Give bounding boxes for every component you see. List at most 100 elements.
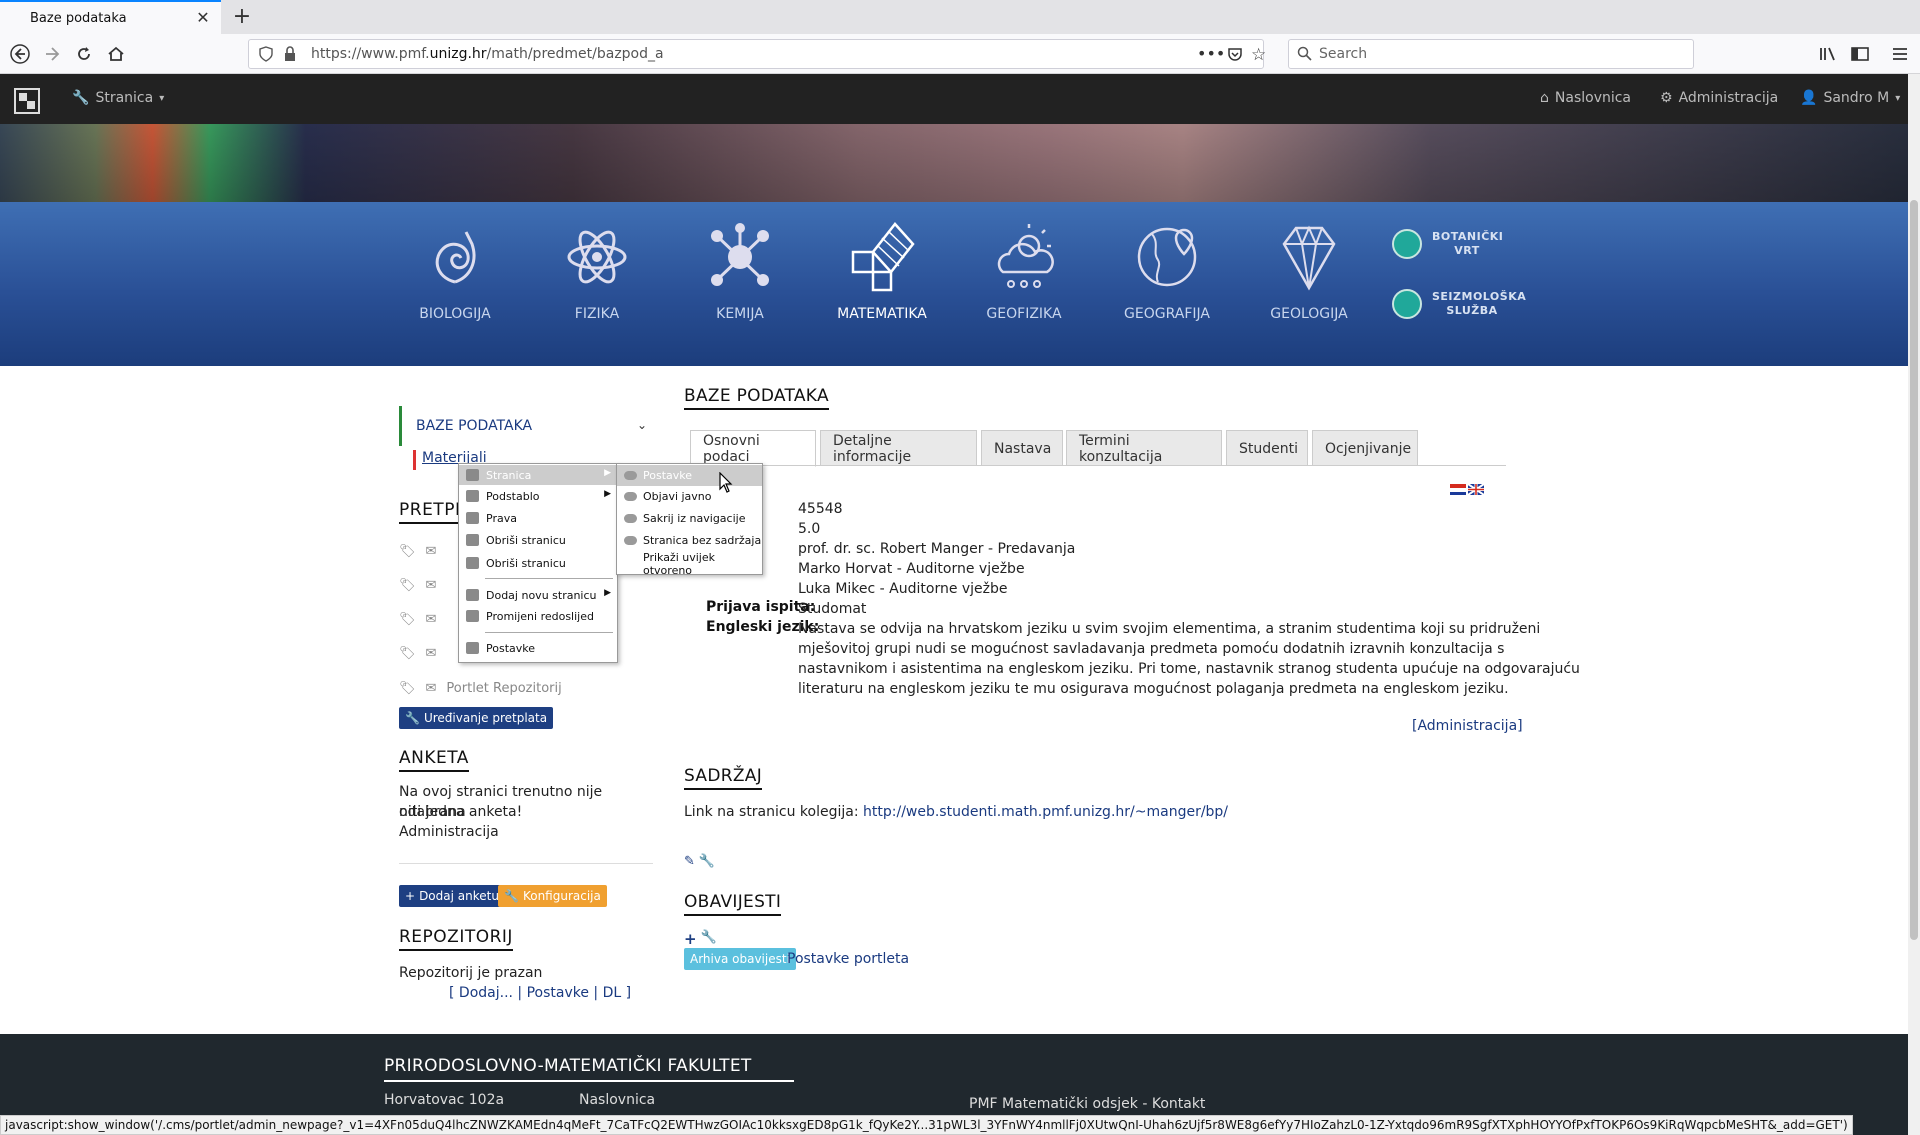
dept-label: BIOLOGIJA [419, 306, 491, 322]
user-menu[interactable]: 👤 Sandro M ▾ [1800, 90, 1900, 106]
context-menu: Stranica ▶ Podstablo ▶ Prava Obriši strani… [458, 463, 618, 663]
envelope-icon[interactable]: ✉ [426, 578, 437, 593]
forward-icon[interactable] [38, 40, 66, 68]
diamond-icon [1274, 222, 1344, 292]
shield-icon[interactable] [259, 46, 273, 66]
library-icon[interactable] [1814, 40, 1842, 68]
envelope-icon[interactable]: ✉ [426, 612, 437, 627]
pencil-icon[interactable]: ✎ [684, 854, 695, 869]
reorder-icon [466, 610, 479, 622]
dept-geografija[interactable]: GEOGRAFIJA [1107, 222, 1227, 322]
user-name: Sandro M [1823, 90, 1890, 106]
reload-icon[interactable] [70, 40, 98, 68]
submenu-item-postavke[interactable]: Postavke [617, 465, 762, 486]
lock-icon[interactable] [283, 46, 297, 66]
footer-contact-link[interactable]: PMF Matematički odsjek - Kontakt [969, 1096, 1205, 1112]
menu-item-label: Obriši stranicu [486, 556, 566, 570]
poll-admin-link[interactable]: Administracija [399, 822, 499, 842]
site-logo-icon[interactable] [14, 88, 40, 114]
chevron-right-icon: ▶ [604, 489, 611, 499]
wrench-icon: 🔧 [504, 889, 519, 903]
tab-ocjenjivanje[interactable]: Ocjenjivanje [1312, 430, 1418, 466]
tab-termini-konzultacija[interactable]: Termini konzultacija [1066, 430, 1222, 466]
portlet-settings-link[interactable]: Postavke portleta [787, 949, 909, 969]
tab-studenti[interactable]: Studenti [1226, 430, 1308, 466]
repository-links[interactable]: [ Dodaj... | Postavke | DL ] [449, 983, 631, 1003]
croatian-flag-icon[interactable] [1450, 484, 1466, 495]
submenu-item-prikazi-uvijek-otvoreno[interactable]: Prikaži uvijek otvoreno [617, 551, 762, 577]
administration-link[interactable]: ⚙ Administracija [1660, 90, 1778, 106]
tag-icon[interactable]: 🏷 [399, 681, 416, 696]
menu-item-obrisi-stranicu[interactable]: Obriši stranicu [459, 530, 617, 550]
caret-down-icon: ▾ [159, 92, 165, 104]
tab-osnovni-podaci[interactable]: Osnovni podaci [690, 430, 816, 467]
url-bar[interactable]: https://www.pmf.unizg.hr/math/predmet/ba… [248, 39, 1266, 69]
menu-item-podstablo[interactable]: Podstablo ▶ [459, 486, 617, 506]
home-icon[interactable] [102, 40, 130, 68]
close-tab-icon[interactable]: ✕ [194, 9, 212, 27]
more-actions-icon[interactable]: ••• [1197, 44, 1225, 63]
dept-fizika[interactable]: FIZIKA [537, 222, 657, 322]
eye-icon [624, 514, 637, 523]
menu-item-label: Promijeni redoslijed [486, 609, 594, 623]
dept-kemija[interactable]: KEMIJA [680, 222, 800, 322]
menu-item-prava[interactable]: Prava [459, 508, 617, 528]
menu-item-label: Dodaj novu stranicu [486, 588, 597, 602]
submenu-item-sakrij-iz-navigacije[interactable]: Sakrij iz navigacije [617, 508, 762, 529]
tag-icon[interactable]: 🏷 [399, 646, 416, 661]
browser-tab[interactable]: Baze podataka ✕ [0, 0, 221, 34]
dept-matematika[interactable]: MATEMATIKA [822, 222, 942, 322]
dept-geologija[interactable]: GEOLOGIJA [1249, 222, 1369, 322]
url-domain: unizg.hr [429, 46, 487, 62]
dept-geofizika[interactable]: GEOFIZIKA [964, 222, 1084, 322]
scrollbar-thumb[interactable] [1910, 200, 1918, 940]
course-website-link[interactable]: http://web.studenti.math.pmf.unizg.hr/~m… [863, 804, 1228, 820]
dept-biologija[interactable]: BIOLOGIJA [395, 222, 515, 322]
tag-icon[interactable]: 🏷 [399, 578, 416, 593]
tab-nastava[interactable]: Nastava [981, 430, 1063, 466]
tab-detaljne-informacije[interactable]: Detaljne informacije [820, 430, 977, 466]
back-icon[interactable] [6, 40, 34, 68]
english-text-2: mješovitoj grupi nudi se mogućnost savla… [798, 641, 1505, 657]
menu-item-dodaj-novu-stranicu[interactable]: Dodaj novu stranicu ▶ [459, 585, 617, 605]
edit-subscriptions-button[interactable]: 🔧 Uređivanje pretplata [399, 707, 554, 729]
search-placeholder: Search [1319, 46, 1368, 62]
configuration-button[interactable]: 🔧 Konfiguracija [498, 885, 607, 907]
administration-link-main[interactable]: [Administracija] [1412, 716, 1523, 736]
footer-home-link[interactable]: Naslovnica [579, 1092, 655, 1108]
wrench-icon[interactable]: 🔧 [699, 854, 715, 869]
envelope-icon[interactable]: ✉ [426, 646, 437, 661]
home-link[interactable]: ⌂ Naslovnica [1540, 90, 1631, 106]
add-poll-button[interactable]: + Dodaj anketu [399, 885, 505, 907]
menu-item-postavke[interactable]: Postavke [459, 638, 617, 658]
botanical-garden-link[interactable]: BOTANIČKI VRT [1392, 229, 1503, 259]
dept-label: GEOLOGIJA [1270, 306, 1348, 322]
submenu-item-objavi-javno[interactable]: Objavi javno [617, 486, 762, 507]
department-nav: BIOLOGIJA FIZIKA KEMIJA MATEMATIKA GEOFI… [0, 202, 1908, 366]
pocket-icon[interactable] [1227, 46, 1243, 66]
bookmark-star-icon[interactable]: ☆ [1251, 45, 1266, 65]
new-tab-icon[interactable]: + [229, 4, 255, 30]
tag-icon[interactable]: 🏷 [399, 544, 416, 559]
submenu-item-stranica-bez-sadrzaja[interactable]: Stranica bez sadržaja [617, 530, 762, 551]
menu-item-obrisi-stranicu-2[interactable]: Obriši stranicu [459, 553, 617, 573]
plus-icon[interactable]: + [684, 930, 697, 948]
submenu-item-label: Stranica bez sadržaja [643, 534, 762, 547]
menu-item-stranica[interactable]: Stranica ▶ [459, 465, 617, 485]
content-title: SADRŽAJ [684, 766, 763, 790]
english-flag-icon[interactable] [1468, 484, 1484, 495]
tag-icon[interactable]: 🏷 [399, 612, 416, 627]
sidebar-icon[interactable] [1846, 40, 1874, 68]
envelope-icon[interactable]: ✉ [426, 681, 437, 696]
envelope-icon[interactable]: ✉ [426, 544, 437, 559]
search-input[interactable]: Search [1288, 39, 1694, 69]
chevron-down-icon[interactable]: ⌄ [637, 418, 647, 432]
seismology-link[interactable]: SEIZMOLOŠKA SLUŽBA [1392, 289, 1526, 319]
page-menu-button[interactable]: 🔧 Stranica ▾ [72, 90, 164, 106]
news-archive-button[interactable]: Arhiva obavijesti [684, 948, 796, 970]
wrench-icon[interactable]: 🔧 [701, 930, 717, 948]
sidebar-item-baze-podataka[interactable]: BAZE PODATAKA ⌄ [399, 406, 653, 446]
hamburger-menu-icon[interactable] [1886, 40, 1914, 68]
news-archive-label: Arhiva obavijesti [690, 952, 790, 966]
menu-item-promijeni-redoslijed[interactable]: Promijeni redoslijed [459, 606, 617, 626]
